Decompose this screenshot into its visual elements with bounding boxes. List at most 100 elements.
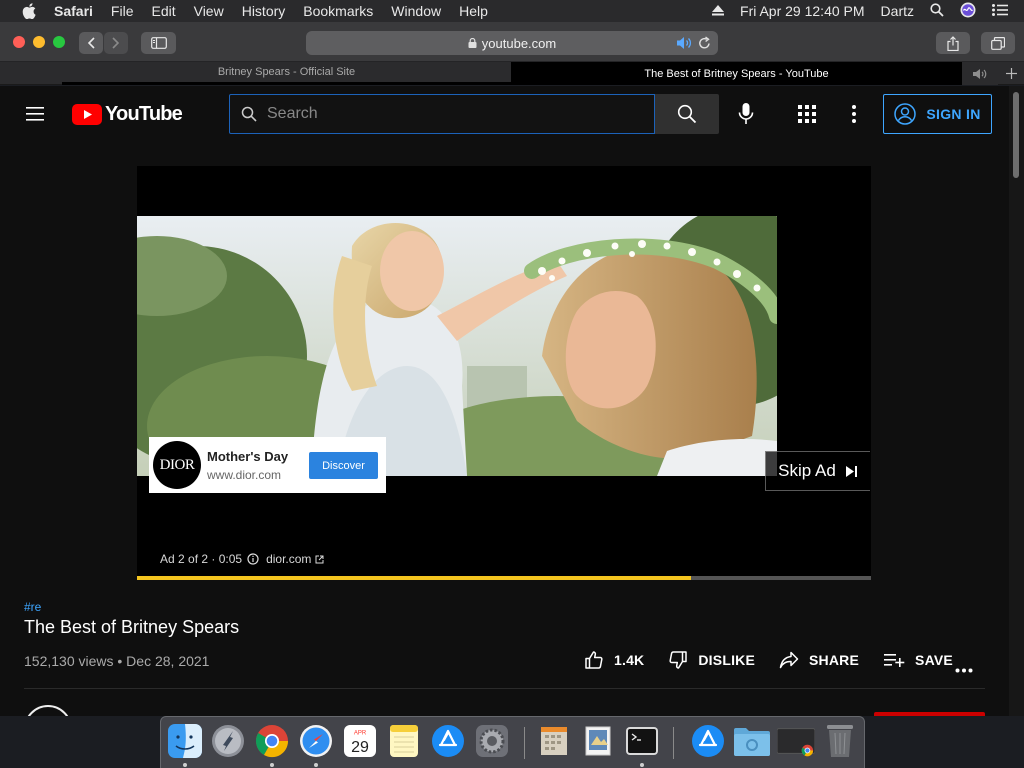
chrome-icon[interactable] [253,722,291,760]
zoom-window-button[interactable] [53,36,65,48]
info-icon[interactable] [247,553,259,565]
menu-file[interactable]: File [111,3,134,19]
account-circle-icon [894,103,917,125]
youtube-logo[interactable]: YouTube [72,103,183,126]
video-player[interactable]: DIOR Mother's Day www.dior.com Discover … [137,166,871,580]
search-button[interactable] [655,94,719,134]
reload-icon[interactable] [698,36,711,50]
ad-progress-bar[interactable] [137,576,871,580]
eject-icon[interactable] [712,3,725,19]
finder-running-indicator [183,763,187,767]
save-label: SAVE [915,652,953,668]
youtube-apps-button[interactable] [798,105,816,128]
share-button[interactable]: SHARE [779,651,859,669]
terminal-icon[interactable] [623,722,661,760]
sign-in-button[interactable]: SIGN IN [883,94,992,134]
video-title: The Best of Britney Spears [24,617,240,637]
menu-safari[interactable]: Safari [54,3,93,19]
macos-dock: APR 29 [160,716,865,768]
tab-mute-button[interactable] [962,62,998,85]
video-hashtag[interactable]: #re [24,600,41,614]
ad-advertiser-link[interactable]: dior.com [266,552,311,566]
chrome-window-icon[interactable] [777,722,815,760]
screen: Safari File Edit View History Bookmarks … [0,0,1024,768]
youtube-play-logo-icon [72,104,102,125]
calendar-icon[interactable]: APR 29 [341,722,379,760]
siri-icon[interactable] [960,2,976,21]
search-box[interactable] [229,94,655,134]
safari-running-indicator [314,763,318,767]
menu-history[interactable]: History [242,3,286,19]
apple-menu-icon[interactable] [20,3,38,19]
page-scrollbar[interactable] [1009,86,1024,716]
like-count: 1.4K [614,652,645,668]
folder-icon[interactable] [733,722,771,760]
address-bar[interactable]: youtube.com [306,31,718,55]
notification-center-icon[interactable] [992,3,1008,19]
external-link-icon[interactable] [315,555,324,564]
horizontal-dots-icon [955,668,973,673]
safari-icon[interactable] [297,722,335,760]
video-stats: 152,130 views • Dec 28, 2021 [24,653,210,669]
guide-menu-button[interactable] [24,104,48,124]
app-store-folder-icon[interactable] [689,722,727,760]
close-window-button[interactable] [13,36,25,48]
menu-view[interactable]: View [194,3,224,19]
system-preferences-icon[interactable] [473,722,511,760]
app-store-icon[interactable] [429,722,467,760]
spotlight-icon[interactable] [930,2,944,20]
minimize-window-button[interactable] [33,36,45,48]
skip-ad-button[interactable]: Skip Ad [765,451,870,491]
menu-bookmarks[interactable]: Bookmarks [303,3,373,19]
tab-britney-official[interactable]: Britney Spears - Official Site [62,62,511,85]
menu-edit[interactable]: Edit [151,3,175,19]
chevron-left-icon [87,37,95,49]
channel-avatar[interactable] [24,705,72,716]
plus-icon [1005,68,1017,79]
dock-separator [673,727,674,759]
share-icon [947,35,959,51]
youtube-wordmark: YouTube [105,103,183,125]
calendar-day: 29 [351,739,369,756]
menubar-clock[interactable]: Fri Apr 29 12:40 PM [740,3,865,19]
launchpad-icon[interactable] [209,722,247,760]
speaker-icon [973,68,987,79]
ad-discover-button[interactable]: Discover [309,452,378,479]
skip-ad-label: Skip Ad [778,461,836,480]
page-scrollbar-thumb[interactable] [1013,92,1019,178]
vertical-dots-icon [852,105,856,123]
show-all-tabs-button[interactable] [981,32,1015,54]
speaker-playing-icon[interactable] [676,36,692,50]
save-button[interactable]: SAVE [883,652,953,668]
sidebar-toggle-button[interactable] [141,32,176,54]
menu-window[interactable]: Window [391,3,441,19]
ad-counter: Ad 2 of 2 · 0:05 [160,552,243,566]
search-input[interactable] [267,105,654,123]
archive-icon[interactable] [535,722,573,760]
settings-menu-button[interactable] [850,104,858,129]
forward-button[interactable] [104,32,128,54]
safari-toolbar: youtube.com [0,22,1024,62]
dislike-button[interactable]: DISLIKE [668,650,755,670]
menubar-user[interactable]: Dartz [881,3,914,19]
notes-icon[interactable] [385,722,423,760]
like-button[interactable]: 1.4K [584,650,644,670]
tab-youtube[interactable]: The Best of Britney Spears - YouTube [511,62,962,85]
finder-icon[interactable] [166,722,204,760]
playlist-add-icon [884,654,905,667]
voice-search-button[interactable] [734,101,758,132]
preview-icon[interactable] [579,722,617,760]
back-button[interactable] [79,32,103,54]
trash-icon[interactable] [821,722,859,760]
ad-overlay-card[interactable]: DIOR Mother's Day www.dior.com Discover [149,437,386,493]
menu-help[interactable]: Help [459,3,488,19]
video-more-actions-button[interactable] [955,660,973,678]
ad-card-text: Mother's Day www.dior.com [207,449,288,482]
youtube-masthead: YouTube SIGN IN [0,86,1009,142]
lock-icon [468,38,477,48]
new-tab-button[interactable] [998,62,1024,85]
subscribe-button[interactable] [874,712,985,716]
advertiser-logo: DIOR [153,441,201,489]
share-toolbar-button[interactable] [936,32,970,54]
chrome-running-indicator [270,763,274,767]
